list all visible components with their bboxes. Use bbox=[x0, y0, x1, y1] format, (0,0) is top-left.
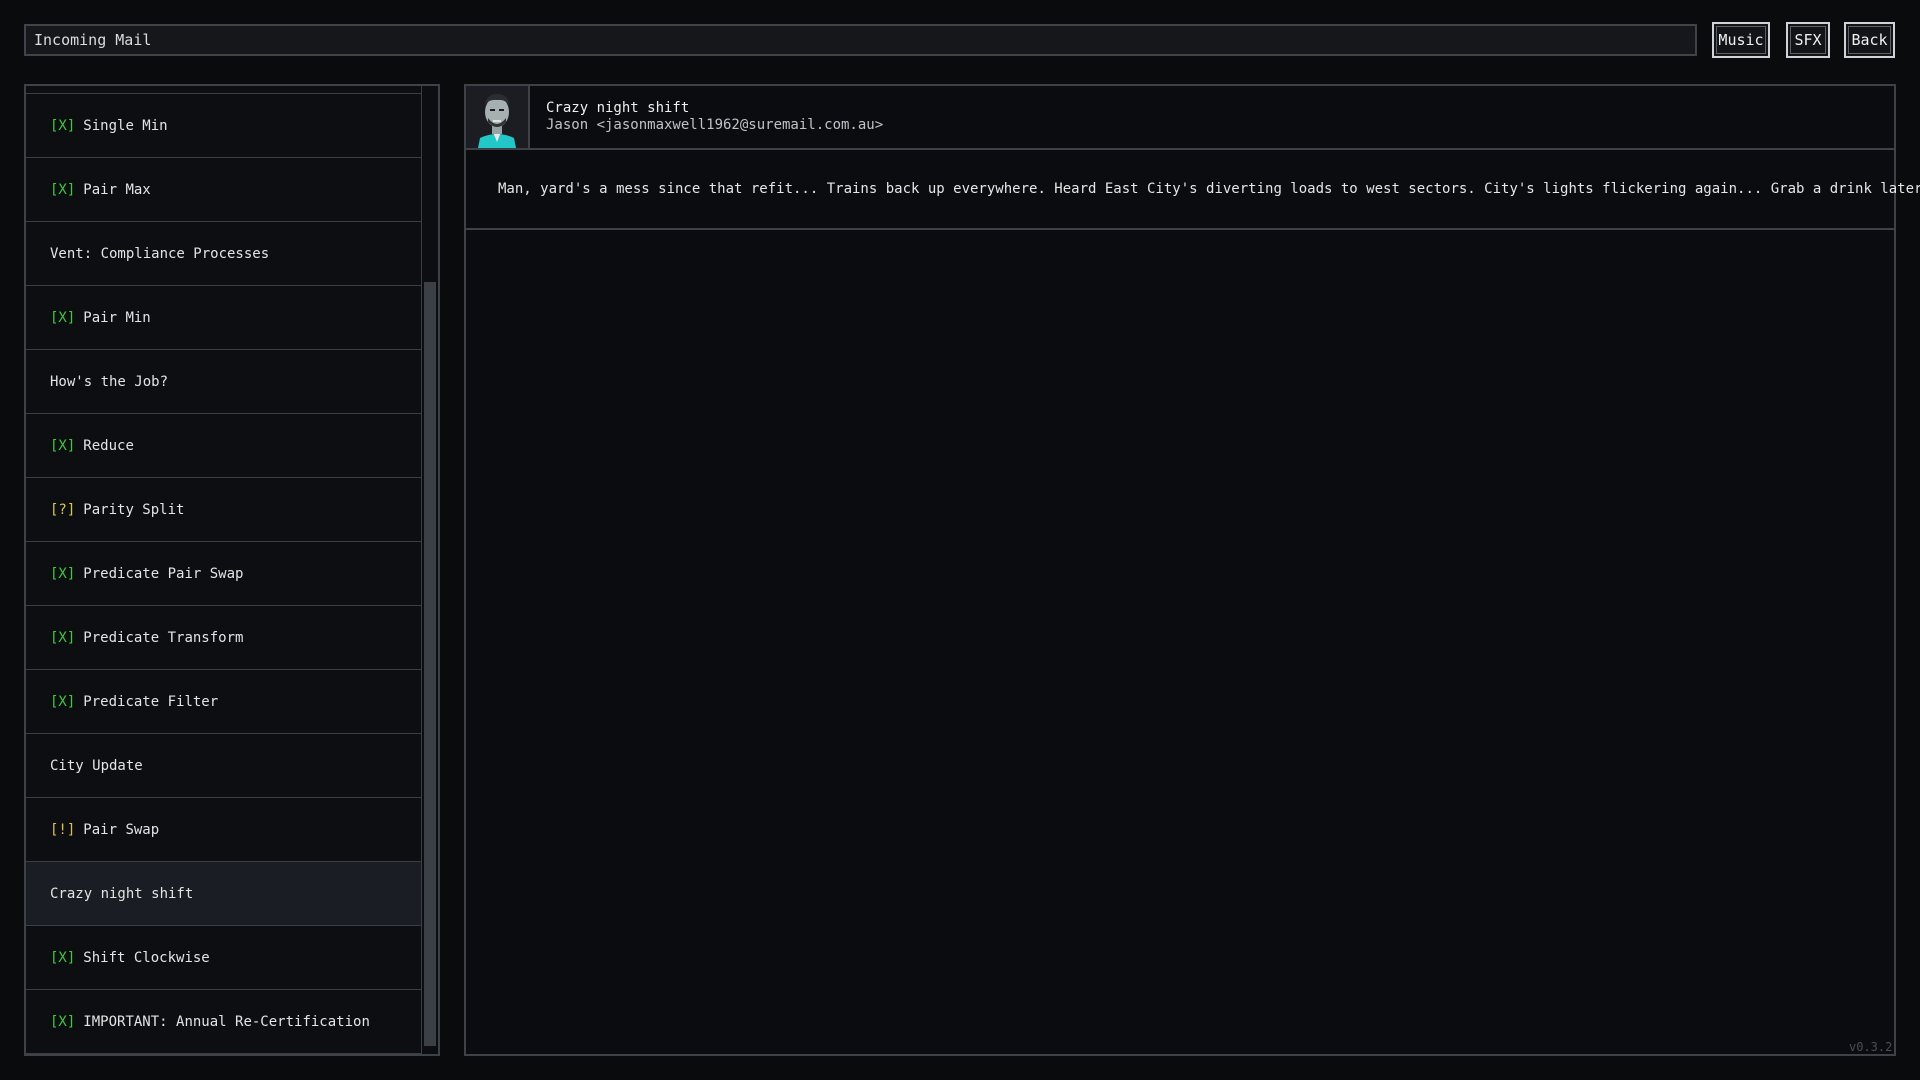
list-item-selected[interactable]: Crazy night shift bbox=[26, 862, 421, 926]
list-item[interactable]: How's the Job? bbox=[26, 350, 421, 414]
list-item[interactable]: [X] Predicate Filter bbox=[26, 670, 421, 734]
list-item-label: Vent: Compliance Processes bbox=[50, 245, 270, 262]
status-marker: [X] bbox=[50, 1013, 76, 1030]
list-item-label: Pair Swap bbox=[83, 821, 160, 838]
message-sender: Jason <jasonmaxwell1962@suremail.com.au> bbox=[546, 117, 884, 133]
sender-portrait-icon bbox=[466, 86, 528, 148]
status-marker: [X] bbox=[50, 693, 76, 710]
sfx-button-label: SFX bbox=[1794, 31, 1822, 49]
back-button[interactable]: Back bbox=[1844, 22, 1895, 58]
list-item-label: Reduce bbox=[83, 437, 134, 454]
list-item[interactable]: [X] Predicate Pair Swap bbox=[26, 542, 421, 606]
message-reading-pane: Crazy night shift Jason <jasonmaxwell196… bbox=[464, 84, 1920, 1056]
version-label: v0.3.2 bbox=[1849, 1040, 1893, 1054]
list-item[interactable]: [X] Single Min bbox=[26, 94, 421, 158]
status-marker: [X] bbox=[50, 309, 76, 326]
list-item[interactable]: [X] Pair Min bbox=[26, 286, 421, 350]
list-item-label: Parity Split bbox=[83, 501, 185, 518]
status-marker: [?] bbox=[50, 501, 76, 518]
message-subject: Crazy night shift bbox=[546, 100, 690, 116]
list-item-label: Pair Max bbox=[83, 181, 151, 198]
list-item-label: Shift Clockwise bbox=[83, 949, 210, 966]
list-item[interactable]: [X] Pair Max bbox=[26, 158, 421, 222]
status-marker: [X] bbox=[50, 181, 76, 198]
status-marker: [X] bbox=[50, 117, 76, 134]
list-item-label: IMPORTANT: Annual Re-Certification bbox=[83, 1013, 370, 1030]
list-item-label: Single Min bbox=[83, 117, 168, 134]
list-item-label: How's the Job? bbox=[50, 373, 169, 390]
message-body-text: Man, yard's a mess since that refit... T… bbox=[498, 181, 1920, 197]
mail-list-panel: [X] Single Min [X] Pair Max Vent: Compli… bbox=[24, 84, 440, 1056]
list-item[interactable]: [!] Pair Swap bbox=[26, 798, 421, 862]
window-title-bar: Incoming Mail bbox=[24, 24, 1697, 56]
list-item-label: City Update bbox=[50, 757, 143, 774]
music-button[interactable]: Music bbox=[1712, 22, 1770, 58]
mail-screen: Incoming Mail Music SFX Back [X] Single … bbox=[0, 0, 1920, 1080]
music-button-label: Music bbox=[1718, 31, 1764, 49]
status-marker: [X] bbox=[50, 949, 76, 966]
window-title: Incoming Mail bbox=[34, 31, 152, 49]
list-item-label: Pair Min bbox=[83, 309, 151, 326]
list-item-label: Predicate Filter bbox=[83, 693, 219, 710]
list-item-label: Predicate Transform bbox=[83, 629, 244, 646]
list-item-label: Predicate Pair Swap bbox=[83, 565, 244, 582]
scrollbar-thumb[interactable] bbox=[424, 282, 436, 1046]
status-marker: [!] bbox=[50, 821, 76, 838]
list-top-divider bbox=[26, 86, 421, 94]
status-marker: [X] bbox=[50, 565, 76, 582]
list-item[interactable]: Vent: Compliance Processes bbox=[26, 222, 421, 286]
list-item[interactable]: [X] Reduce bbox=[26, 414, 421, 478]
list-item[interactable]: [X] Shift Clockwise bbox=[26, 926, 421, 990]
sfx-button[interactable]: SFX bbox=[1786, 22, 1830, 58]
status-marker: [X] bbox=[50, 629, 76, 646]
status-marker: [X] bbox=[50, 437, 76, 454]
back-button-label: Back bbox=[1851, 31, 1888, 49]
sender-avatar bbox=[466, 86, 530, 148]
list-item[interactable]: [X] IMPORTANT: Annual Re-Certification bbox=[26, 990, 421, 1054]
list-item-label: Crazy night shift bbox=[50, 885, 194, 902]
mail-list: [X] Single Min [X] Pair Max Vent: Compli… bbox=[26, 86, 421, 1054]
list-item[interactable]: City Update bbox=[26, 734, 421, 798]
mail-list-scrollbar[interactable] bbox=[421, 86, 438, 1054]
message-header: Crazy night shift Jason <jasonmaxwell196… bbox=[466, 86, 1894, 150]
message-body: Man, yard's a mess since that refit... T… bbox=[466, 150, 1920, 230]
list-item[interactable]: [?] Parity Split bbox=[26, 478, 421, 542]
list-item[interactable]: [X] Predicate Transform bbox=[26, 606, 421, 670]
